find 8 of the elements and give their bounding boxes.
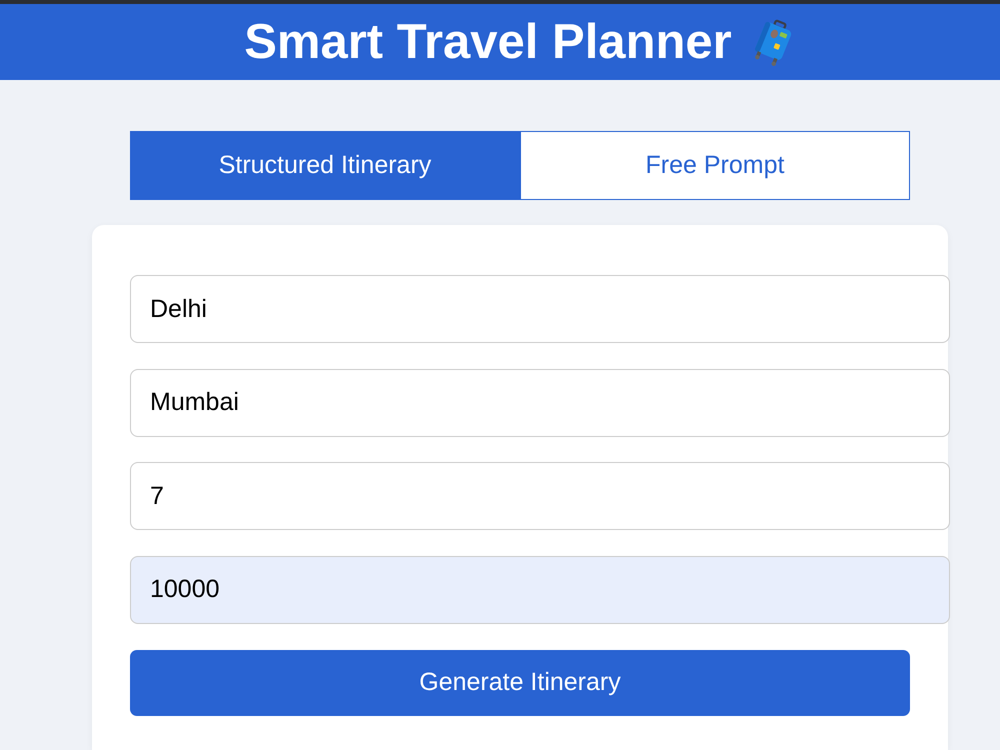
page-title: Smart Travel Planner [244, 14, 732, 70]
input-field[interactable]: Mumbai [130, 368, 950, 436]
tab[interactable]: Free Prompt [520, 131, 910, 200]
input-field[interactable]: 7 [130, 462, 950, 530]
generate-button[interactable]: Generate Itinerary [130, 650, 910, 716]
input-field[interactable]: 10000 [130, 556, 950, 624]
input-field[interactable]: Delhi [130, 275, 950, 343]
tab[interactable]: Structured Itinerary [130, 131, 520, 200]
